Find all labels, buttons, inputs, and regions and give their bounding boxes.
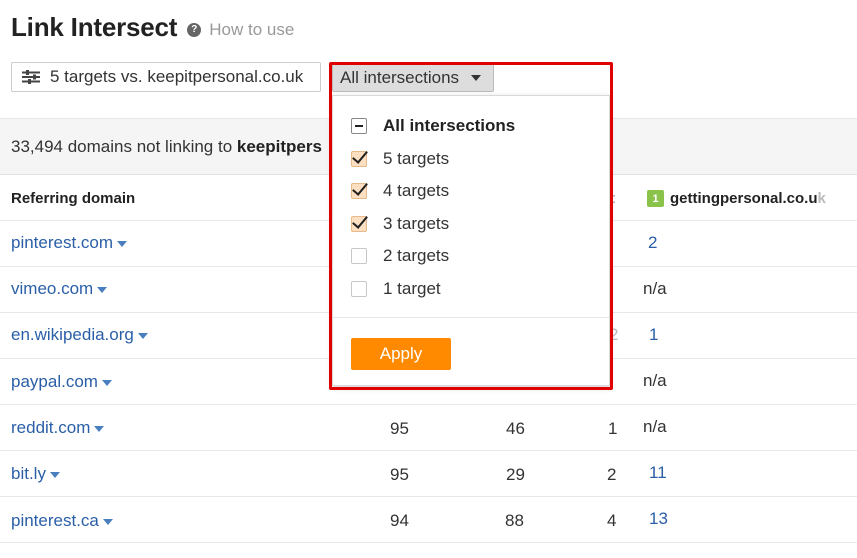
column-header-referring-domain[interactable]: Referring domain bbox=[11, 190, 135, 207]
row-divider bbox=[0, 542, 857, 543]
option-2-targets[interactable]: 2 targets bbox=[351, 246, 449, 266]
caret-down-icon[interactable] bbox=[101, 380, 112, 386]
page-header: Link Intersect ? How to use bbox=[11, 12, 294, 44]
caret-down-icon[interactable] bbox=[117, 241, 128, 247]
caret-down-icon[interactable] bbox=[94, 426, 105, 432]
table-row-domain[interactable]: vimeo.com bbox=[11, 279, 108, 299]
page-title: Link Intersect bbox=[11, 12, 178, 42]
target-header-fade: k bbox=[817, 190, 826, 207]
intersections-dropdown-button[interactable]: All intersections bbox=[332, 63, 494, 92]
summary-domain: keepitpers bbox=[236, 137, 322, 156]
option-3-targets[interactable]: 3 targets bbox=[351, 214, 449, 234]
checkbox-5-targets[interactable] bbox=[351, 151, 367, 167]
column-header-target[interactable]: 1 gettingpersonal.co.u k bbox=[647, 190, 826, 207]
column-header-partial: : bbox=[612, 190, 617, 207]
intersections-dropdown-menu: All intersections 5 targets 4 targets 3 … bbox=[332, 95, 610, 386]
chevron-down-icon bbox=[471, 74, 482, 81]
caret-down-icon[interactable] bbox=[137, 333, 148, 339]
option-all-intersections[interactable]: All intersections bbox=[351, 116, 515, 136]
caret-down-icon[interactable] bbox=[102, 519, 113, 525]
dr-cell: 95 bbox=[390, 419, 409, 438]
option-label: All intersections bbox=[383, 116, 516, 135]
how-to-use-label: How to use bbox=[209, 19, 295, 39]
checkbox-3-targets[interactable] bbox=[351, 216, 367, 232]
option-label: 5 targets bbox=[383, 149, 450, 168]
count-cell: 4 bbox=[607, 511, 617, 530]
summary-prefix: 33,494 domains not linking to bbox=[11, 137, 237, 156]
help-icon: ? bbox=[187, 22, 202, 37]
dr-cell: 94 bbox=[390, 511, 409, 530]
checkbox-all-intersections[interactable] bbox=[351, 118, 367, 134]
target-cell: n/a bbox=[643, 417, 667, 436]
dr-cell: 95 bbox=[390, 465, 409, 484]
count-cell: 1 bbox=[608, 419, 618, 438]
table-row-domain[interactable]: reddit.com bbox=[11, 418, 105, 438]
value-cell: 88 bbox=[505, 511, 524, 530]
how-to-use-link[interactable]: ? How to use bbox=[187, 20, 294, 40]
row-divider bbox=[0, 404, 857, 405]
value-cell: 29 bbox=[506, 465, 525, 484]
intersections-label: All intersections bbox=[340, 67, 460, 87]
checkbox-2-targets[interactable] bbox=[351, 248, 367, 264]
caret-down-icon[interactable] bbox=[49, 472, 60, 478]
option-label: 4 targets bbox=[383, 181, 450, 200]
dropdown-divider bbox=[333, 317, 609, 318]
target-cell[interactable]: 11 bbox=[649, 463, 667, 483]
table-row-domain[interactable]: bit.ly bbox=[11, 464, 60, 484]
table-row-domain[interactable]: pinterest.ca bbox=[11, 511, 113, 531]
checkbox-4-targets[interactable] bbox=[351, 183, 367, 199]
option-1-target[interactable]: 1 target bbox=[351, 279, 441, 299]
count-cell: 2 bbox=[607, 465, 617, 484]
table-row-domain[interactable]: en.wikipedia.org bbox=[11, 325, 148, 345]
domain-link[interactable]: en.wikipedia.org bbox=[11, 325, 134, 345]
table-row-domain[interactable]: pinterest.com bbox=[11, 233, 128, 253]
domain-link[interactable]: pinterest.ca bbox=[11, 511, 99, 531]
target-cell[interactable]: 13 bbox=[649, 509, 668, 529]
option-4-targets[interactable]: 4 targets bbox=[351, 181, 449, 201]
targets-button[interactable]: 5 targets vs. keepitpersonal.co.uk bbox=[11, 62, 321, 92]
target-cell: n/a bbox=[643, 371, 667, 390]
row-divider bbox=[0, 496, 857, 497]
option-label: 1 target bbox=[383, 279, 441, 298]
targets-label: 5 targets vs. keepitpersonal.co.uk bbox=[50, 67, 304, 86]
domain-link[interactable]: bit.ly bbox=[11, 464, 46, 484]
summary-text: 33,494 domains not linking to keepitpers bbox=[11, 137, 322, 157]
domain-link[interactable]: vimeo.com bbox=[11, 279, 93, 299]
option-label: 2 targets bbox=[383, 246, 450, 265]
target-cell: n/a bbox=[643, 279, 667, 298]
domain-link[interactable]: pinterest.com bbox=[11, 233, 113, 253]
row-divider bbox=[0, 450, 857, 451]
caret-down-icon[interactable] bbox=[97, 287, 108, 293]
domain-link[interactable]: reddit.com bbox=[11, 418, 90, 438]
target-header-label: gettingpersonal.co.u bbox=[670, 190, 818, 207]
domain-link[interactable]: paypal.com bbox=[11, 372, 98, 392]
count-cell: 2 bbox=[609, 325, 619, 344]
option-label: 3 targets bbox=[383, 214, 450, 233]
table-row-domain[interactable]: paypal.com bbox=[11, 372, 112, 392]
target-cell[interactable]: 2 bbox=[648, 233, 657, 253]
sliders-icon bbox=[22, 70, 40, 84]
checkbox-1-target[interactable] bbox=[351, 281, 367, 297]
target-cell[interactable]: 1 bbox=[649, 325, 658, 345]
option-5-targets[interactable]: 5 targets bbox=[351, 149, 449, 169]
value-cell: 46 bbox=[506, 419, 525, 438]
target-badge: 1 bbox=[647, 190, 664, 207]
apply-button[interactable]: Apply bbox=[351, 338, 451, 370]
